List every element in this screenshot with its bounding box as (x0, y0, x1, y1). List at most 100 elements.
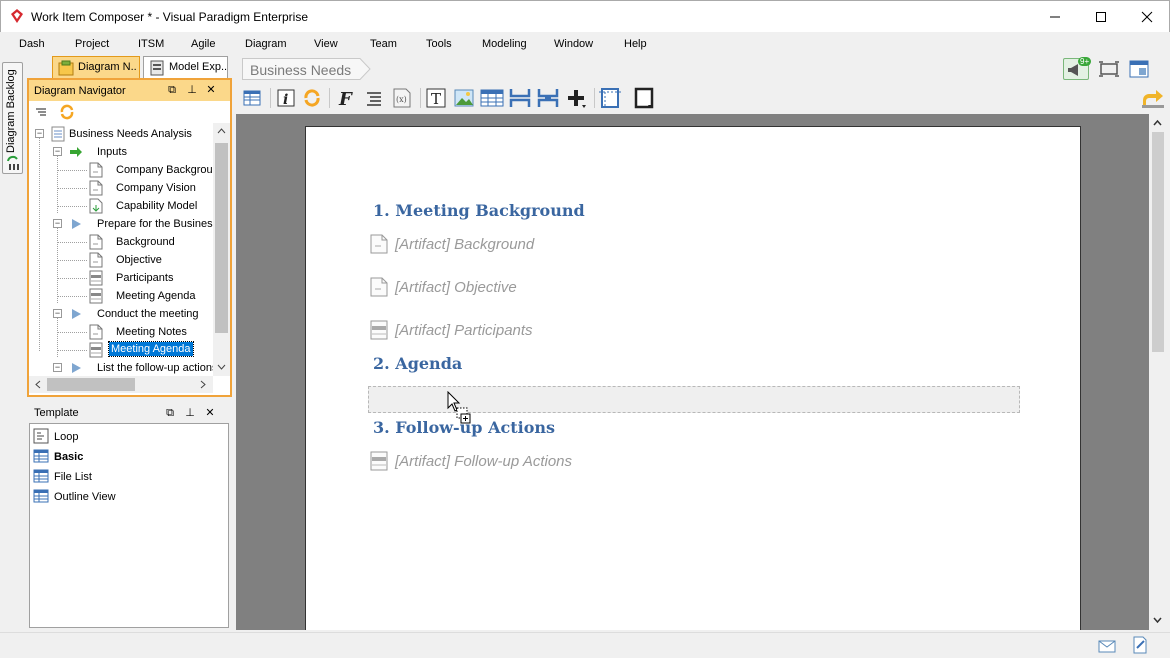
tree-group[interactable]: − Inputs (51, 143, 211, 161)
section-heading[interactable]: 3. Follow-up Actions (373, 418, 555, 437)
fit-window-icon[interactable] (1098, 59, 1120, 79)
table-icon (480, 89, 504, 107)
collapse-icon[interactable]: − (53, 219, 62, 228)
scroll-right-icon[interactable] (199, 380, 207, 389)
scroll-thumb[interactable] (215, 143, 228, 333)
scroll-left-icon[interactable] (34, 380, 42, 389)
tree-item[interactable]: Company Background (89, 161, 213, 179)
variable-button[interactable]: (x) (390, 86, 414, 110)
restore-icon[interactable]: ⧉ (166, 84, 178, 96)
tree-item-label: Meeting Agenda (116, 290, 196, 302)
collapse-tree-icon[interactable] (34, 105, 48, 119)
page-break-icon (509, 89, 531, 107)
scroll-thumb[interactable] (1152, 132, 1164, 352)
tree-group[interactable]: − List the follow-up actions (51, 359, 213, 376)
export-arrow-icon[interactable] (1140, 88, 1166, 110)
tree-item[interactable]: Objective (89, 251, 213, 269)
restore-icon[interactable]: ⧉ (164, 407, 176, 419)
add-button[interactable] (564, 86, 588, 110)
image-button[interactable] (452, 86, 476, 110)
collapse-icon[interactable]: − (35, 129, 44, 138)
formula-button[interactable]: F (334, 86, 358, 110)
tree-item[interactable]: Company Vision (89, 179, 213, 197)
menu-tools[interactable]: Tools (426, 38, 452, 50)
tree-item-selected[interactable]: Meeting Agenda (89, 341, 213, 359)
document-icon (89, 324, 103, 340)
tab-diagram-navigator[interactable]: Diagram N... (52, 56, 140, 78)
breadcrumb-label: Business Needs (250, 62, 352, 78)
window-title: Work Item Composer * - Visual Paradigm E… (31, 10, 308, 24)
section-heading[interactable]: 1. Meeting Background (373, 201, 585, 220)
scroll-up-icon[interactable] (217, 127, 226, 135)
menu-agile[interactable]: Agile (191, 38, 215, 50)
notification-button[interactable]: 9+ (1063, 57, 1092, 80)
tree-item[interactable]: Capability Model (89, 197, 213, 215)
menu-dash[interactable]: Dash (19, 38, 45, 50)
page-break-button[interactable] (508, 86, 532, 110)
menu-diagram[interactable]: Diagram (245, 38, 287, 50)
diagram-backlog-tab[interactable]: Diagram Backlog (2, 62, 23, 174)
artifact-label: [Artifact] Follow-up Actions (395, 453, 573, 470)
menu-help[interactable]: Help (624, 38, 647, 50)
collapse-icon[interactable]: − (53, 363, 62, 372)
menu-project[interactable]: Project (75, 38, 109, 50)
vp-diamond-icon (11, 9, 23, 23)
section-break-icon (537, 89, 559, 107)
collapse-icon[interactable]: − (53, 309, 62, 318)
collapse-icon[interactable]: − (53, 147, 62, 156)
scroll-down-icon[interactable] (217, 363, 226, 371)
refresh-icon[interactable] (58, 103, 76, 121)
section-heading[interactable]: 2. Agenda (373, 354, 462, 373)
maximize-button[interactable] (1078, 1, 1124, 32)
pin-icon[interactable]: ⊥ (186, 84, 198, 96)
menu-view[interactable]: View (314, 38, 338, 50)
scroll-thumb[interactable] (47, 378, 135, 391)
composer-toolbar: i F (x) T (240, 85, 1170, 113)
template-item-label: Basic (54, 451, 84, 463)
table-view-button[interactable] (240, 86, 264, 110)
tree-vertical-scrollbar[interactable] (213, 123, 230, 376)
scroll-up-icon[interactable] (1153, 119, 1162, 127)
tree-group[interactable]: − Prepare for the Business Needs (51, 215, 213, 233)
minimize-button[interactable] (1032, 1, 1078, 32)
table-button[interactable] (480, 86, 504, 110)
page-setup-button[interactable] (632, 86, 656, 110)
breadcrumb[interactable]: Business Needs (242, 58, 371, 80)
backlog-icon (7, 155, 19, 170)
refresh-button[interactable] (300, 86, 324, 110)
menu-itsm[interactable]: ITSM (138, 38, 164, 50)
page-margin-button[interactable] (598, 86, 622, 110)
model-explorer-icon (150, 60, 164, 76)
tree-item[interactable]: Participants (89, 269, 213, 287)
canvas-vertical-scrollbar[interactable] (1149, 114, 1166, 630)
close-button[interactable] (1124, 1, 1170, 32)
template-header: Template ⧉ ⊥ ✕ (27, 403, 232, 423)
scroll-down-icon[interactable] (1153, 616, 1162, 624)
outline-button[interactable] (362, 86, 386, 110)
table-document-icon (370, 451, 388, 471)
text-button[interactable]: T (424, 86, 448, 110)
menu-window[interactable]: Window (554, 38, 593, 50)
tree-root[interactable]: − Business Needs Analysis (33, 125, 213, 143)
edit-note-icon[interactable] (1132, 636, 1148, 654)
tree-group[interactable]: − Conduct the meeting (51, 305, 211, 323)
close-panel-icon[interactable]: ✕ (205, 84, 217, 96)
tree-item-label: Company Vision (116, 182, 196, 194)
mail-icon[interactable] (1098, 639, 1116, 653)
tree-group-label: Prepare for the Business Needs (97, 218, 213, 230)
artifact-label: [Artifact] Background (395, 236, 535, 253)
info-button[interactable]: i (274, 86, 298, 110)
tree-item[interactable]: Meeting Agenda (89, 287, 213, 305)
title-bar: Work Item Composer * - Visual Paradigm E… (0, 0, 1170, 32)
tab-model-explorer[interactable]: Model Exp... (143, 56, 228, 78)
section-break-button[interactable] (536, 86, 560, 110)
tree-item[interactable]: Meeting Notes (89, 323, 213, 341)
menu-modeling[interactable]: Modeling (482, 38, 527, 50)
tree-item[interactable]: Background (89, 233, 213, 251)
pin-icon[interactable]: ⊥ (184, 407, 196, 419)
tree-horizontal-scrollbar[interactable] (29, 376, 213, 393)
layout-panel-icon[interactable] (1128, 59, 1150, 79)
menu-team[interactable]: Team (370, 38, 397, 50)
close-panel-icon[interactable]: ✕ (204, 407, 216, 419)
tree-item-label: Meeting Notes (116, 326, 187, 338)
